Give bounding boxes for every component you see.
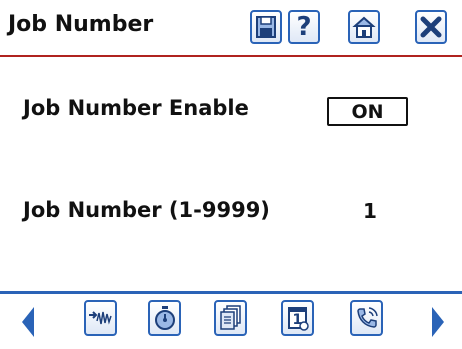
job-number-value[interactable]: 1 <box>358 199 382 223</box>
help-button[interactable]: ? <box>288 10 320 44</box>
previous-arrow-icon[interactable] <box>20 307 36 337</box>
signal-input-icon <box>88 311 112 325</box>
footer-divider <box>0 291 462 294</box>
header-divider <box>0 55 462 57</box>
close-button[interactable] <box>415 10 447 44</box>
page-title: Job Number <box>8 12 154 37</box>
home-button[interactable] <box>348 10 380 44</box>
home-icon <box>352 16 376 38</box>
save-button[interactable] <box>250 10 282 44</box>
job-number-enable-toggle[interactable]: ON <box>327 97 408 126</box>
stopwatch-button[interactable] <box>148 300 181 336</box>
job-number-label: Job Number (1-9999) <box>23 198 270 222</box>
next-arrow-icon[interactable] <box>430 307 446 337</box>
header-bar: Job Number ? <box>0 0 462 54</box>
signal-input-button[interactable] <box>84 300 117 336</box>
calendar-icon: 1 <box>287 305 309 331</box>
help-icon: ? <box>296 12 312 42</box>
close-icon <box>420 16 442 38</box>
documents-icon <box>219 305 241 330</box>
phone-icon <box>356 307 378 328</box>
save-icon <box>256 16 276 38</box>
calendar-day-label: 1 <box>292 312 303 328</box>
documents-button[interactable] <box>214 300 247 336</box>
job-number-enable-label: Job Number Enable <box>23 96 249 120</box>
phone-button[interactable] <box>350 300 383 336</box>
stopwatch-icon <box>154 306 175 330</box>
calendar-button[interactable]: 1 <box>281 300 314 336</box>
